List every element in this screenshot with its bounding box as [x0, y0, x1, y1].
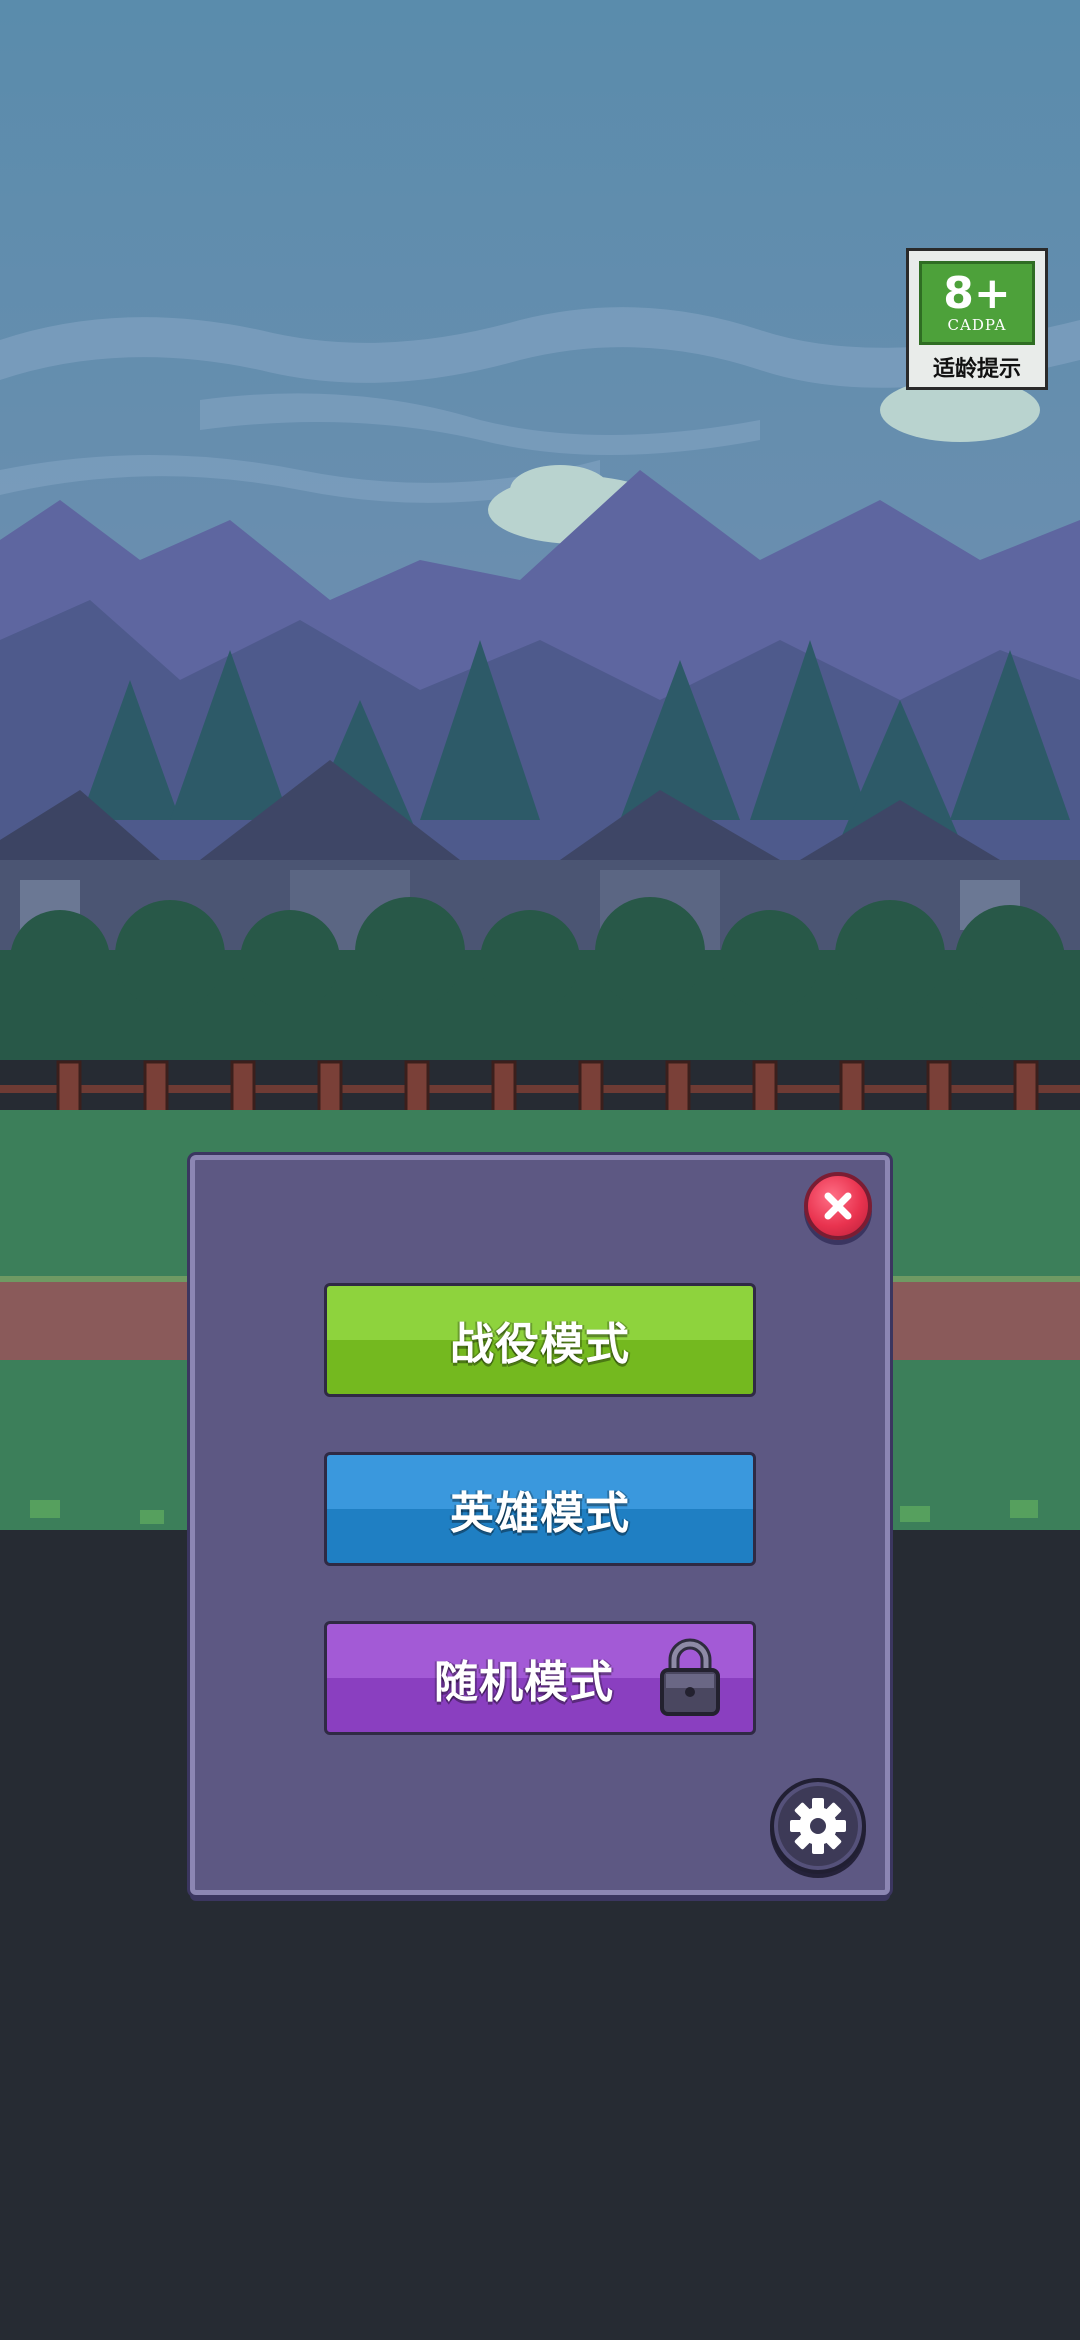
- gear-icon: [790, 1798, 846, 1854]
- close-icon: [824, 1192, 852, 1220]
- age-rating-badge[interactable]: 8+ CADPA 适龄提示: [906, 248, 1048, 390]
- hero-mode-button[interactable]: 英雄模式: [324, 1452, 756, 1566]
- campaign-mode-button[interactable]: 战役模式: [324, 1283, 756, 1397]
- close-button[interactable]: [804, 1172, 872, 1240]
- lock-icon: [660, 1638, 720, 1716]
- random-mode-button[interactable]: 随机模式: [324, 1621, 756, 1735]
- age-rating-panel: 8+ CADPA: [919, 261, 1035, 345]
- age-rating-value: 8+: [943, 268, 1011, 319]
- hero-mode-label: 英雄模式: [450, 1488, 630, 1539]
- age-rating-hint: 适龄提示: [932, 357, 1021, 382]
- settings-button[interactable]: [770, 1778, 866, 1874]
- age-rating-org: CADPA: [947, 316, 1007, 334]
- campaign-mode-label: 战役模式: [450, 1319, 630, 1370]
- random-mode-label: 随机模式: [434, 1657, 614, 1708]
